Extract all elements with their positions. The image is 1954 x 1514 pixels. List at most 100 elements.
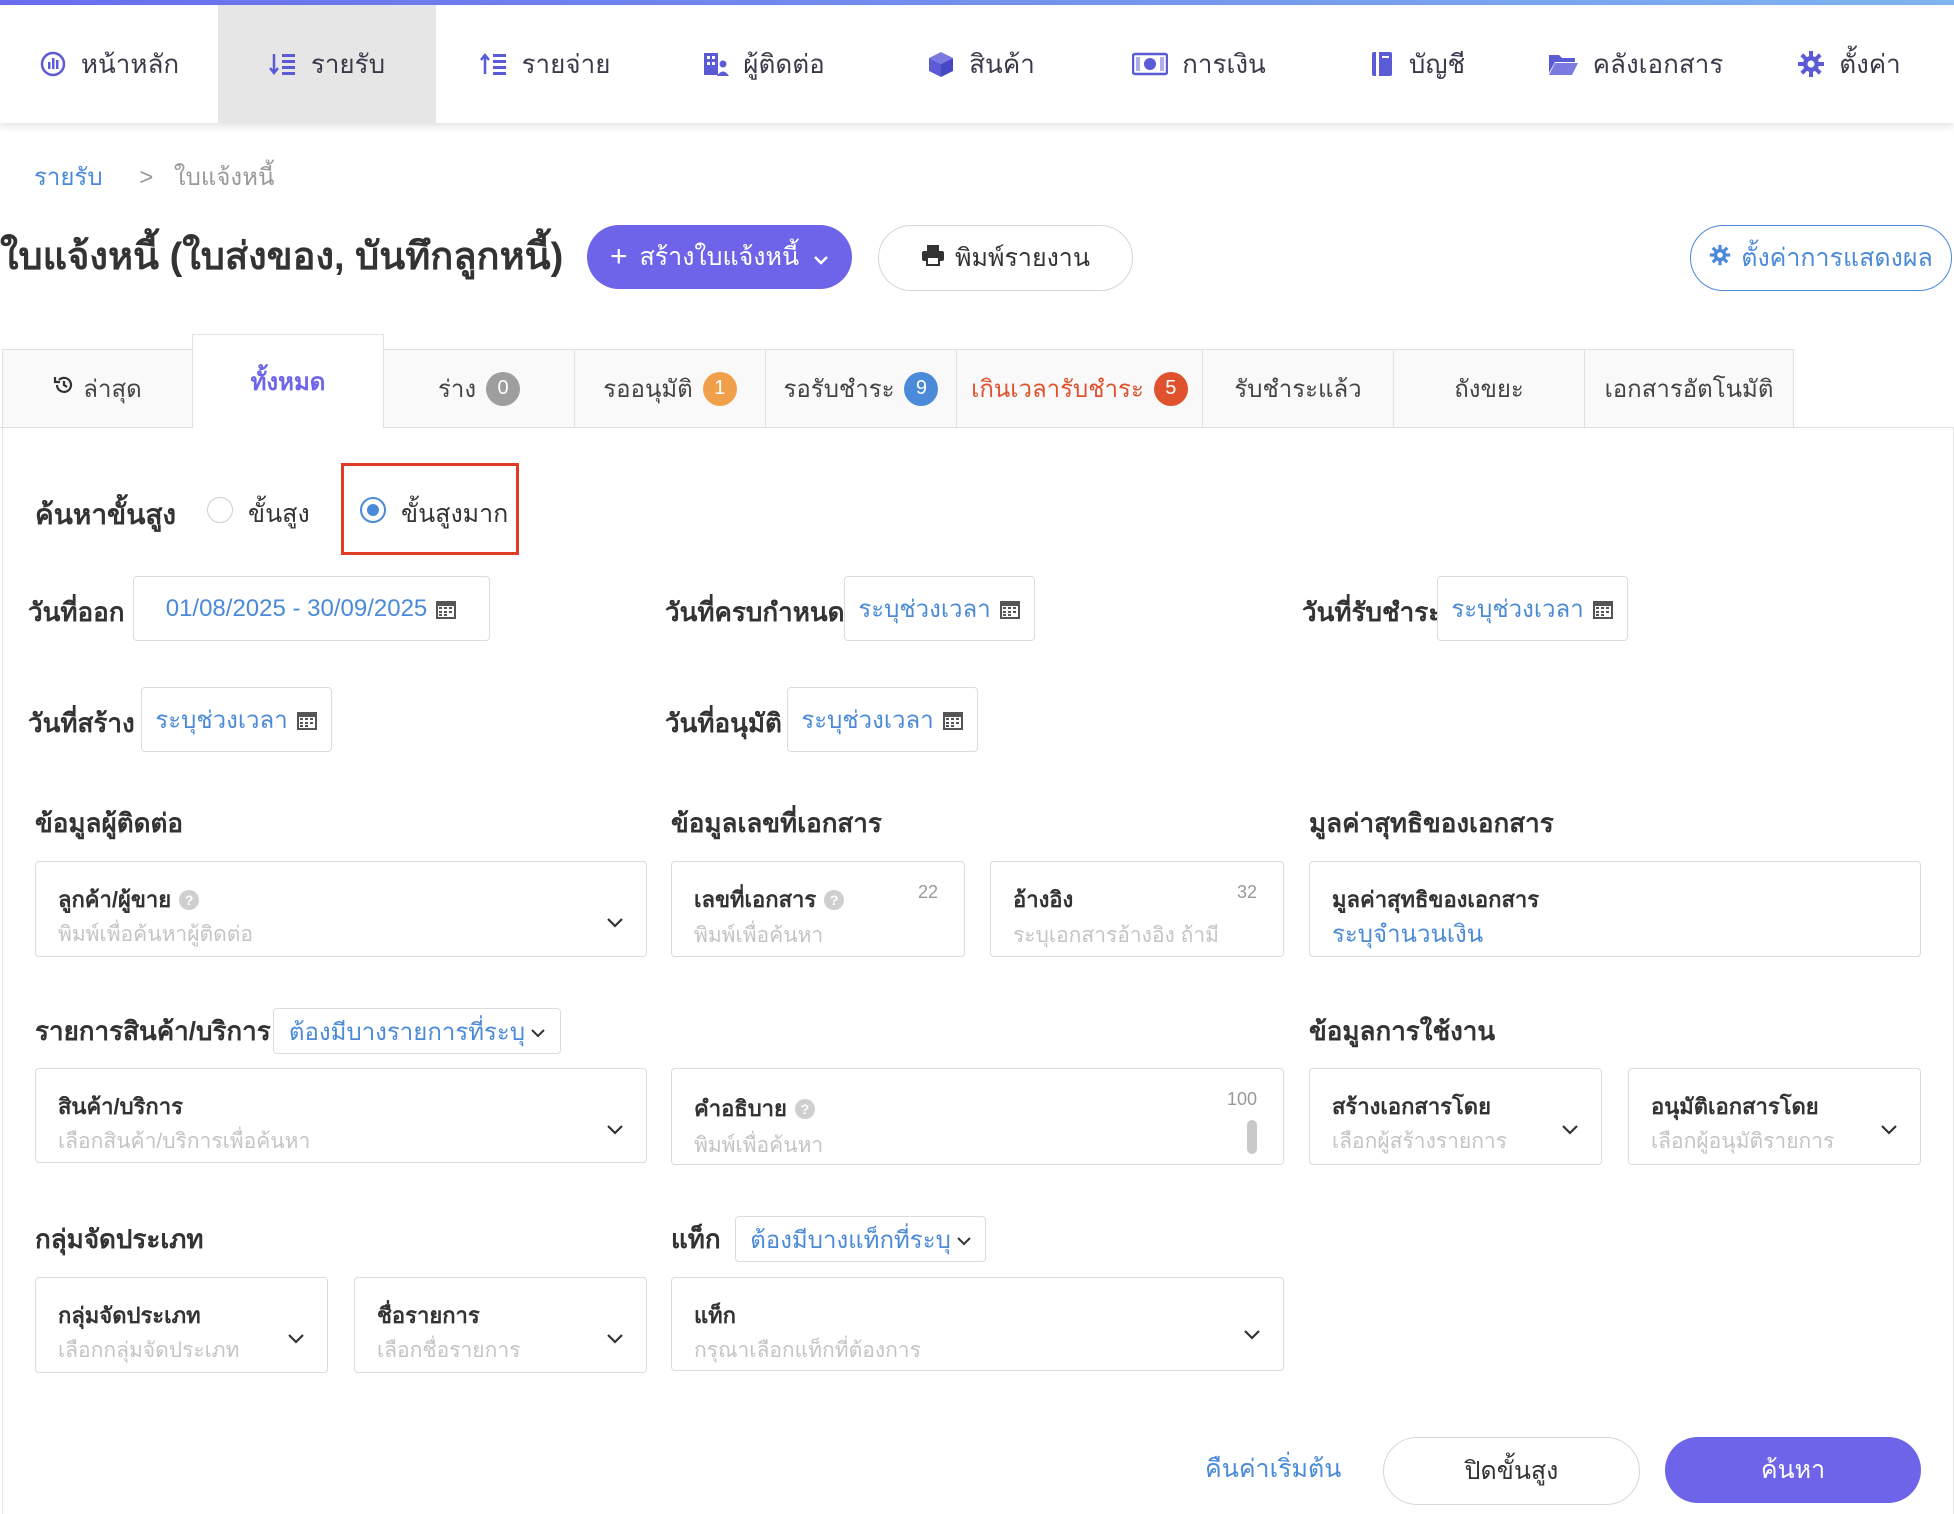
chevron-down-icon — [606, 1123, 624, 1141]
nav-item-settings[interactable]: ตั้งค่า — [1744, 5, 1954, 123]
category-select[interactable]: กลุ่มจัดประเภท เลือกกลุ่มจัดประเภท — [35, 1277, 328, 1373]
description-field-title: คำอธิบาย — [694, 1096, 787, 1121]
tab-awaiting-approval[interactable]: รออนุมัติ 1 — [574, 349, 766, 427]
created-date-range-picker[interactable]: ระบุช่วงเวลา — [141, 687, 332, 752]
approver-select[interactable]: อนุมัติเอกสารโดย เลือกผู้อนุมัติรายการ — [1628, 1068, 1921, 1165]
nav-label: ตั้งค่า — [1839, 48, 1901, 79]
gear-icon — [1709, 244, 1731, 273]
docno-field-title: เลขที่เอกสาร — [694, 887, 817, 912]
tab-label: รับชำระแล้ว — [1234, 376, 1362, 403]
category-field-placeholder: เลือกกลุ่มจัดประเภท — [58, 1339, 240, 1362]
radio-advanced[interactable] — [207, 497, 233, 523]
close-advanced-button[interactable]: ปิดขั้นสูง — [1383, 1437, 1640, 1505]
product-box-icon — [927, 50, 955, 78]
tab-paid[interactable]: รับชำระแล้ว — [1202, 349, 1394, 427]
nav-item-products[interactable]: สินค้า — [872, 5, 1090, 123]
item-name-select[interactable]: ชื่อรายการ เลือกชื่อรายการ — [354, 1277, 647, 1373]
nav-item-finance[interactable]: การเงิน — [1090, 5, 1308, 123]
tab-recent[interactable]: ล่าสุด — [2, 349, 193, 427]
description-input[interactable]: คำอธิบาย? 100 พิมพ์เพื่อค้นหา — [671, 1068, 1284, 1165]
item-name-field-placeholder: เลือกชื่อรายการ — [377, 1339, 521, 1362]
nav-label: สินค้า — [969, 48, 1035, 79]
help-icon[interactable]: ? — [824, 889, 845, 910]
create-invoice-button[interactable]: + สร้างใบแจ้งหนี้ — [587, 225, 852, 289]
calendar-icon — [942, 709, 964, 731]
tab-label: รออนุมัติ — [603, 376, 693, 403]
nav-label: หน้าหลัก — [80, 48, 180, 79]
expense-icon — [479, 50, 508, 78]
breadcrumb-parent-link[interactable]: รายรับ — [34, 164, 103, 191]
chevron-down-icon — [957, 1225, 971, 1253]
approved-date-value: ระบุช่วงเวลา — [801, 707, 934, 734]
calendar-icon — [296, 709, 318, 731]
nav-item-contacts[interactable]: ผู้ติดต่อ — [654, 5, 872, 123]
display-settings-label: ตั้งค่าการแสดงผล — [1741, 244, 1933, 272]
nav-item-documents[interactable]: คลังเอกสาร — [1526, 5, 1744, 123]
tab-overdue[interactable]: เกินเวลารับชำระ 5 — [956, 349, 1203, 427]
reset-defaults-link[interactable]: คืนค่าเริ่มต้น — [1205, 1449, 1341, 1489]
tab-automatic-documents[interactable]: เอกสารอัตโนมัติ — [1584, 349, 1794, 427]
issue-date-range-picker[interactable]: 01/08/2025 - 30/09/2025 — [133, 576, 490, 641]
issue-date-label: วันที่ออก — [28, 597, 125, 627]
contact-select[interactable]: ลูกค้า/ผู้ขาย? พิมพ์เพื่อค้นหาผู้ติดต่อ — [35, 861, 647, 957]
product-select[interactable]: สินค้า/บริการ เลือกสินค้า/บริการเพื่อค้น… — [35, 1068, 647, 1163]
nav-item-home[interactable]: หน้าหลัก — [0, 5, 218, 123]
radio-very-advanced[interactable] — [360, 497, 386, 523]
item-name-field-title: ชื่อรายการ — [377, 1303, 480, 1328]
contact-section-title: ข้อมูลผู้ติดต่อ — [35, 808, 183, 838]
nav-item-expense[interactable]: รายจ่าย — [436, 5, 654, 123]
count-badge: 5 — [1153, 371, 1188, 406]
product-field-title: สินค้า/บริการ — [58, 1094, 183, 1119]
approver-field-placeholder: เลือกผู้อนุมัติรายการ — [1651, 1130, 1835, 1153]
product-filter-value: ต้องมีบางรายการที่ระบุ — [288, 1018, 526, 1046]
breadcrumb-current: ใบแจ้งหนี้ — [173, 164, 275, 191]
tab-trash[interactable]: ถังขยะ — [1393, 349, 1585, 427]
tab-label: เกินเวลารับชำระ — [971, 376, 1144, 403]
reference-input[interactable]: อ้างอิง 32 ระบุเอกสารอ้างอิง ถ้ามี — [990, 861, 1284, 957]
due-date-label: วันที่ครบกำหนด — [665, 597, 845, 627]
reference-char-limit: 32 — [1236, 882, 1257, 902]
product-section-title: รายการสินค้า/บริการ — [35, 1016, 271, 1046]
tab-label: เอกสารอัตโนมัติ — [1604, 376, 1774, 403]
net-value-input[interactable]: มูลค่าสุทธิของเอกสาร ระบุจำนวนเงิน — [1309, 861, 1921, 957]
help-icon[interactable]: ? — [179, 889, 200, 910]
contact-field-title: ลูกค้า/ผู้ขาย — [58, 887, 172, 912]
print-report-button[interactable]: พิมพ์รายงาน — [878, 225, 1133, 291]
money-icon — [1132, 51, 1169, 77]
tab-draft[interactable]: ร่าง 0 — [383, 349, 575, 427]
paid-date-range-picker[interactable]: ระบุช่วงเวลา — [1437, 576, 1628, 641]
approved-date-range-picker[interactable]: ระบุช่วงเวลา — [787, 687, 978, 752]
product-filter-select[interactable]: ต้องมีบางรายการที่ระบุ — [273, 1008, 561, 1054]
tab-label: ล่าสุด — [83, 376, 142, 403]
creator-select[interactable]: สร้างเอกสารโดย เลือกผู้สร้างรายการ — [1309, 1068, 1602, 1165]
docno-input[interactable]: เลขที่เอกสาร? 22 พิมพ์เพื่อค้นหา — [671, 861, 965, 957]
tab-all[interactable]: ทั้งหมด — [192, 334, 384, 428]
chevron-down-icon — [1243, 1328, 1261, 1346]
display-settings-button[interactable]: ตั้งค่าการแสดงผล — [1690, 225, 1952, 291]
chevron-down-icon — [1880, 1123, 1898, 1141]
help-icon[interactable]: ? — [794, 1098, 815, 1119]
textarea-resize-handle[interactable] — [1247, 1120, 1257, 1154]
search-button[interactable]: ค้นหา — [1665, 1437, 1921, 1503]
tab-label: ถังขยะ — [1454, 376, 1524, 403]
nav-label: บัญชี — [1408, 48, 1466, 79]
tab-label: ทั้งหมด — [250, 369, 326, 396]
category-section-title: กลุ่มจัดประเภท — [35, 1224, 204, 1254]
history-icon — [53, 374, 75, 403]
tag-section-title: แท็ก — [671, 1224, 721, 1254]
due-date-range-picker[interactable]: ระบุช่วงเวลา — [844, 576, 1035, 641]
advanced-search-title: ค้นหาขั้นสูง — [35, 499, 177, 530]
category-field-title: กลุ่มจัดประเภท — [58, 1303, 201, 1328]
calendar-icon — [435, 598, 457, 620]
nav-item-accounting[interactable]: บัญชี — [1308, 5, 1526, 123]
nav-item-income[interactable]: รายรับ — [218, 5, 436, 123]
approved-date-label: วันที่อนุมัติ — [665, 708, 782, 738]
chevron-down-icon — [1561, 1123, 1579, 1141]
paid-date-value: ระบุช่วงเวลา — [1451, 596, 1584, 623]
create-invoice-label: สร้างใบแจ้งหนี้ — [639, 243, 800, 271]
tag-filter-select[interactable]: ต้องมีบางแท็กที่ระบุ — [735, 1216, 986, 1262]
description-char-limit: 100 — [1226, 1089, 1257, 1109]
net-value-section-title: มูลค่าสุทธิของเอกสาร — [1309, 808, 1554, 838]
tab-awaiting-payment[interactable]: รอรับชำระ 9 — [765, 349, 957, 427]
tag-select[interactable]: แท็ก กรุณาเลือกแท็กที่ต้องการ — [671, 1277, 1284, 1371]
